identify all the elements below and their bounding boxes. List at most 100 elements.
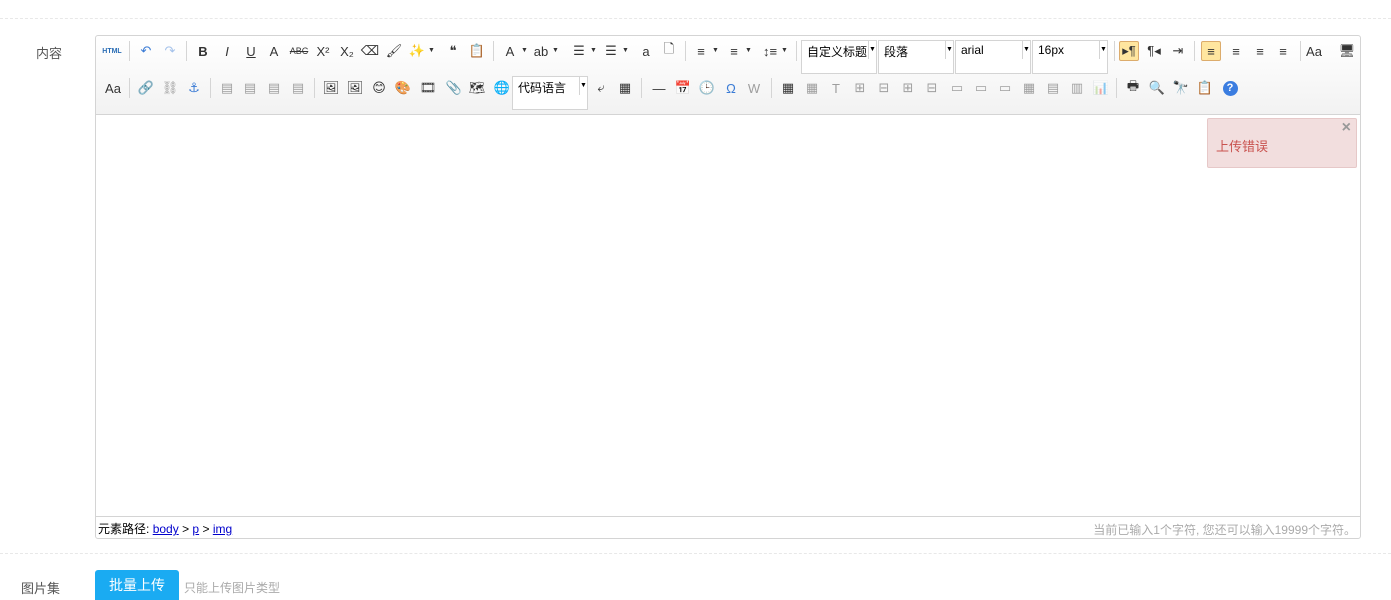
bold-button[interactable]: B <box>193 41 213 61</box>
insert-image-icon: 🖼 <box>322 80 340 95</box>
path-img-link[interactable]: img <box>213 522 232 536</box>
mergeright-button[interactable]: ▭ <box>971 78 991 98</box>
redo-button[interactable]: ↷ <box>160 41 180 61</box>
path-p-link[interactable]: p <box>192 522 199 536</box>
print-button[interactable]: 🖶 <box>1123 78 1143 98</box>
splitcols-button[interactable]: ▥ <box>1067 78 1087 98</box>
autotype-button[interactable]: ✨ <box>407 41 427 61</box>
link-button[interactable]: 🔗 <box>136 78 156 98</box>
dropdown-arrow-icon[interactable]: ▼ <box>781 47 788 54</box>
dropdown-arrow-icon[interactable]: ▼ <box>521 47 528 54</box>
deletecol-button[interactable]: ⊟ <box>922 78 942 98</box>
chevron-down-icon: ▼ <box>579 77 587 95</box>
tolower-button[interactable]: Aa <box>103 78 123 98</box>
selectall-button[interactable]: a <box>636 41 656 61</box>
dropdown-arrow-icon[interactable]: ▼ <box>428 47 435 54</box>
gmap-button[interactable]: 🌐 <box>492 78 512 98</box>
unlink-button[interactable]: ⛓ <box>160 78 180 98</box>
mergedown-button[interactable]: ▭ <box>995 78 1015 98</box>
deleterow-button[interactable]: ⊟ <box>874 78 894 98</box>
splitrows-button[interactable]: ▤ <box>1043 78 1063 98</box>
sup-button[interactable]: X² <box>313 41 333 61</box>
imgleft-button[interactable]: ▤ <box>240 78 260 98</box>
format-brush-icon: 🖌 <box>385 43 403 58</box>
splitcells-button[interactable]: ▦ <box>1019 78 1039 98</box>
undo-button[interactable]: ↶ <box>136 41 156 61</box>
italic-button[interactable]: I <box>217 41 237 61</box>
justify-button[interactable]: ≡ <box>1273 41 1293 61</box>
deltable-button[interactable]: ▦ <box>802 78 822 98</box>
hr-button[interactable]: — <box>649 78 669 98</box>
eraser-button[interactable]: ⌫ <box>360 41 380 61</box>
insertcol-button[interactable]: ⊞ <box>898 78 918 98</box>
dropdown-arrow-icon[interactable]: ▼ <box>622 47 629 54</box>
imgcenter-button[interactable]: ▤ <box>288 78 308 98</box>
center-button[interactable]: ≡ <box>1226 41 1246 61</box>
anchor-button[interactable]: ⚓ <box>184 78 204 98</box>
multiimage-button[interactable]: 🖼 <box>345 78 365 98</box>
caption-button[interactable]: T <box>826 78 846 98</box>
font-family-select[interactable]: arial ▼ <box>955 40 1031 74</box>
insertrow-button[interactable]: ⊞ <box>850 78 870 98</box>
paragraph-select[interactable]: 段落 ▼ <box>878 40 954 74</box>
search-replace-icon: 🔭 <box>1172 80 1190 95</box>
underline-button[interactable]: U <box>241 41 261 61</box>
code-language-select[interactable]: 代码语言 ▼ <box>512 76 588 110</box>
cleardoc-button[interactable]: 🗋 <box>659 41 679 61</box>
rtl-button[interactable]: ¶◂ <box>1144 41 1164 61</box>
help-button[interactable]: ? <box>1220 78 1240 98</box>
font-color-icon: A <box>505 43 515 59</box>
rowbottom-button[interactable]: ≡ <box>724 41 744 61</box>
batch-upload-button[interactable]: 批量上传 <box>95 570 179 600</box>
attachment-button[interactable]: 📎 <box>444 78 464 98</box>
wordimage-button[interactable]: W <box>744 78 764 98</box>
dropdown-arrow-icon[interactable]: ▼ <box>552 47 559 54</box>
charts-button[interactable]: 📊 <box>1091 78 1111 98</box>
imgright-button[interactable]: ▤ <box>264 78 284 98</box>
pagebreak-button[interactable]: ⤶ <box>591 78 611 98</box>
source-button[interactable]: HTML <box>102 41 122 61</box>
fontborder-button[interactable]: A <box>264 41 284 61</box>
ol-button[interactable]: ☰ <box>569 41 589 61</box>
date-button[interactable]: 📅 <box>673 78 693 98</box>
font-size-select[interactable]: 16px ▼ <box>1032 40 1108 74</box>
imgnone-button[interactable]: ▤ <box>217 78 237 98</box>
fullscreen-button[interactable]: 🖥 <box>1337 41 1357 61</box>
dropdown-arrow-icon[interactable]: ▼ <box>745 47 752 54</box>
left-button[interactable]: ≡ <box>1201 41 1221 61</box>
dropdown-arrow-icon[interactable]: ▼ <box>712 47 719 54</box>
rowtop-button[interactable]: ≡ <box>691 41 711 61</box>
dropdown-arrow-icon[interactable]: ▼ <box>590 47 597 54</box>
template-button[interactable]: ▦ <box>615 78 635 98</box>
drafts-button[interactable]: 📋 <box>1195 78 1215 98</box>
indent-button[interactable]: ⇥ <box>1168 41 1188 61</box>
pastetext-button[interactable]: 📋 <box>467 41 487 61</box>
strike-button[interactable]: ABC <box>289 41 309 61</box>
close-icon[interactable]: × <box>1342 119 1351 137</box>
table-button[interactable]: ▦ <box>778 78 798 98</box>
search-button[interactable]: 🔭 <box>1171 78 1191 98</box>
right-button[interactable]: ≡ <box>1250 41 1270 61</box>
touppercase-button[interactable]: Aa <box>1304 41 1324 61</box>
editor-content-area[interactable] <box>96 115 1360 516</box>
brush-button[interactable]: 🖌 <box>384 41 404 61</box>
path-body-link[interactable]: body <box>153 522 179 536</box>
preview-button[interactable]: 🔍 <box>1147 78 1167 98</box>
image-button[interactable]: 🖼 <box>321 78 341 98</box>
quote-button[interactable]: ❝ <box>443 41 463 61</box>
ltr-button[interactable]: ▸¶ <box>1119 41 1139 61</box>
scrawl-button[interactable]: 🎨 <box>393 78 413 98</box>
select-all-icon: a <box>642 43 650 59</box>
video-button[interactable]: 🎞 <box>418 78 438 98</box>
spechars-button[interactable]: Ω <box>721 78 741 98</box>
sub-button[interactable]: X₂ <box>337 41 357 61</box>
time-button[interactable]: 🕒 <box>697 78 717 98</box>
mergecells-button[interactable]: ▭ <box>947 78 967 98</box>
lineheight-button[interactable]: ↕≡ <box>760 41 780 61</box>
title-select[interactable]: 自定义标题 ▼ <box>801 40 877 74</box>
ul-button[interactable]: ☰ <box>601 41 621 61</box>
backcolor-button[interactable]: ab <box>531 41 551 61</box>
forecolor-button[interactable]: A <box>500 41 520 61</box>
emotion-button[interactable]: 😊 <box>369 78 389 98</box>
map-button[interactable]: 🗺 <box>467 78 487 98</box>
